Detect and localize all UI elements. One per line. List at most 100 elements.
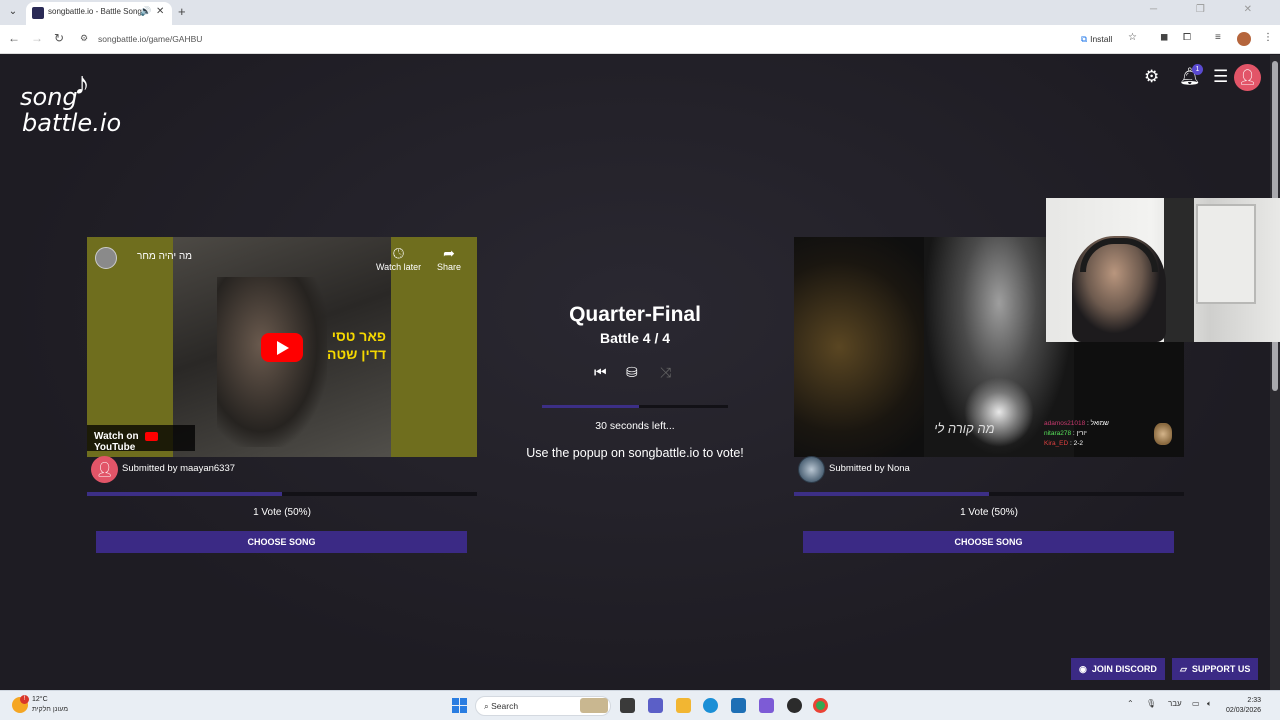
play-button-icon[interactable]	[261, 333, 303, 362]
chrome-icon[interactable]	[813, 698, 828, 713]
watch-later-button[interactable]: 🕓︎ Watch later	[376, 245, 421, 272]
clock-icon: 🕓︎	[393, 245, 405, 261]
chat-user: adamos21018	[1044, 420, 1086, 427]
tab-favicon-icon	[32, 7, 44, 19]
cover-text: פאר טסי דדין שטה	[327, 327, 386, 363]
install-button[interactable]: ⧉ Install	[1076, 31, 1117, 48]
share-label: Share	[437, 262, 462, 272]
battle-info: Quarter-Final Battle 4 / 4	[505, 303, 765, 346]
clock-date: 02/03/2026	[1226, 707, 1262, 714]
volume-icon[interactable]: 🔈︎	[1207, 699, 1212, 709]
chat-bubble-icon: ▱	[1180, 664, 1187, 674]
cover-text-line2: דדין שטה	[327, 346, 387, 362]
timer-progress-fill	[542, 405, 639, 408]
submitted-by-text: Submitted by maayan6337	[122, 463, 236, 474]
widgets-icon[interactable]	[580, 698, 608, 713]
chat-user: Kira_ED	[1044, 440, 1069, 447]
language-indicator[interactable]: עבר	[1168, 699, 1182, 708]
media-control-icon[interactable]: ≡	[1215, 32, 1221, 43]
window-controls[interactable]: ─ ❐ ✕	[1150, 4, 1270, 15]
chat-text: יורין	[1076, 430, 1087, 437]
discord-icon: ◉	[1079, 664, 1087, 674]
cover-title: מה קורה לי	[934, 421, 995, 436]
channel-avatar[interactable]	[95, 247, 117, 269]
tray-chevron-icon[interactable]: ⌃	[1127, 699, 1134, 708]
hamburger-menu-icon[interactable]: ☰	[1213, 67, 1228, 87]
gear-icon[interactable]: ⚙	[1144, 67, 1159, 87]
more-menu-icon[interactable]: ⋮	[1263, 32, 1273, 43]
browser-toolbar: ← → ↻ ⚙ songbattle.io/game/GAHBU ⧉ Instal…	[0, 25, 1280, 54]
right-vote-fill	[794, 492, 989, 496]
teams-icon[interactable]	[648, 698, 663, 713]
join-discord-button[interactable]: ◉ JOIN DISCORD	[1071, 658, 1165, 680]
watch-on-youtube-button[interactable]: Watch on YouTube	[87, 425, 195, 453]
obs-icon[interactable]	[787, 698, 802, 713]
profile-avatar[interactable]	[1237, 32, 1251, 46]
taskbar-clock[interactable]: 2:33 02/03/2026	[1226, 696, 1261, 716]
round-title: Quarter-Final	[569, 303, 701, 326]
logo-text-song: song	[20, 83, 78, 111]
tab-search-chevron-icon[interactable]: ⌄	[6, 5, 20, 19]
reload-icon[interactable]: ↻	[54, 31, 64, 45]
page-scrollbar[interactable]	[1270, 55, 1280, 690]
cover-text-line1: פאר טסי	[331, 328, 387, 344]
back-arrow-icon[interactable]: ←	[8, 31, 20, 45]
share-button[interactable]: ➦ Share	[437, 245, 461, 272]
user-avatar-icon: 👤︎	[91, 456, 118, 483]
app-icon[interactable]	[759, 698, 774, 713]
left-vote-fill	[87, 492, 282, 496]
new-tab-icon[interactable]: +	[178, 4, 186, 19]
user-avatar-icon[interactable]: 👤︎	[1234, 64, 1261, 91]
site-info-icon[interactable]: ⚙	[80, 33, 88, 44]
close-icon[interactable]: ✕	[156, 6, 164, 17]
weather-description[interactable]: מעונן חלקית	[32, 706, 68, 713]
video-title[interactable]: מה יהיה מחר	[137, 251, 192, 262]
browser-tab[interactable]: songbattle.io - Battle Song 🔊 ✕	[26, 2, 172, 25]
file-explorer-icon[interactable]	[676, 698, 691, 713]
weather-temperature[interactable]: 12°C	[32, 696, 48, 703]
microphone-icon[interactable]: 🎙︎	[1146, 699, 1156, 708]
clock-time: 2:33	[1247, 697, 1262, 704]
site-logo[interactable]: ♪ song battle.io	[18, 65, 138, 145]
left-vote-bar	[87, 492, 477, 496]
right-vote-bar	[794, 492, 1184, 496]
address-bar[interactable]: songbattle.io/game/GAHBU	[98, 34, 202, 44]
support-us-button[interactable]: ▱ SUPPORT US	[1172, 658, 1259, 680]
video-background	[794, 237, 944, 457]
battle-controls: ⏮ ⛁ ⤨	[505, 364, 765, 380]
network-icon[interactable]: ▭	[1192, 699, 1200, 708]
puzzle-icon[interactable]: ⧠	[1183, 32, 1191, 43]
bookmark-star-icon[interactable]: ☆	[1128, 32, 1137, 43]
webcam-chair	[1164, 198, 1194, 342]
left-vote-count: 1 Vote (50%)	[253, 507, 311, 518]
watch-on-label: Watch on	[94, 431, 139, 442]
seconds-left: 30 seconds left...	[595, 420, 675, 432]
right-vote-count: 1 Vote (50%)	[960, 507, 1018, 518]
store-icon[interactable]	[731, 698, 746, 713]
join-discord-label: JOIN DISCORD	[1091, 664, 1157, 674]
skip-back-icon[interactable]: ⏮	[594, 364, 607, 381]
left-choose-song-button[interactable]: CHOOSE SONG	[96, 531, 467, 553]
speaker-icon[interactable]: 🔊	[140, 6, 151, 17]
shuffle-icon[interactable]: ⤨	[660, 364, 671, 381]
task-view-icon[interactable]	[620, 698, 635, 713]
left-song-video[interactable]: פאר טסי דדין שטה מה יהיה מחר 🕓︎ Watch late…	[87, 237, 477, 457]
search-icon: ⌕	[484, 701, 489, 711]
windows-start-icon[interactable]	[452, 698, 467, 713]
chat-message: nitara278 : יורין	[1044, 430, 1087, 437]
windows-taskbar: ! 12°C מעונן חלקית ⌕ Search ⌃ 🎙︎ עבר ▭ 🔈…	[0, 690, 1280, 720]
share-icon: ➦	[443, 245, 455, 261]
stream-chat-overlay: adamos21018 : שמואל nitara278 : יורין Ki…	[1044, 419, 1109, 449]
search-label: Search	[491, 701, 519, 711]
chat-avatar-icon	[1154, 423, 1172, 445]
extension-icon[interactable]: ◼	[1160, 32, 1168, 43]
video-side-panel	[87, 237, 173, 457]
right-choose-song-button[interactable]: CHOOSE SONG	[803, 531, 1174, 553]
vote-instruction: Use the popup on songbattle.io to vote!	[526, 446, 744, 460]
support-us-label: SUPPORT US	[1191, 664, 1251, 674]
youtube-logo-icon	[145, 431, 159, 441]
chat-user: nitara278	[1044, 430, 1072, 437]
coin-icon[interactable]: ⛁	[626, 364, 638, 381]
forward-arrow-icon[interactable]: →	[31, 31, 43, 45]
edge-icon[interactable]	[703, 698, 718, 713]
